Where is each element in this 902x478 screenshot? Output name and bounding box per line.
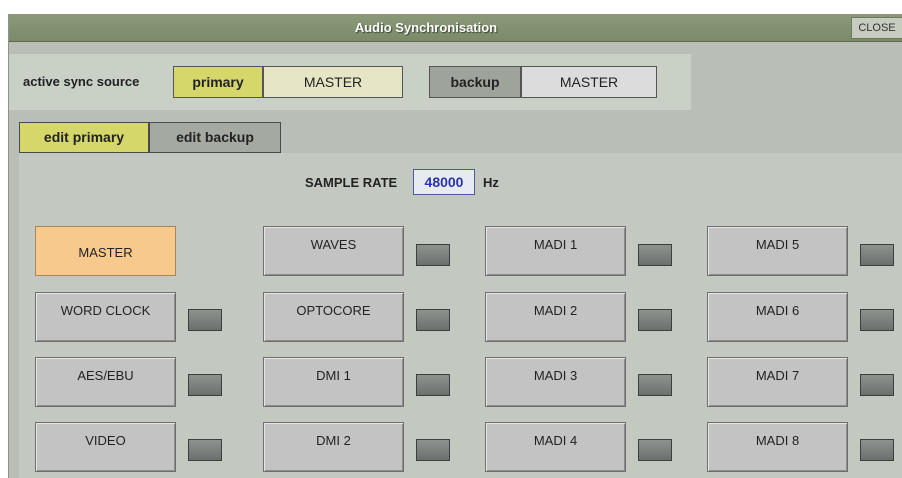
source-status-led: [860, 439, 894, 461]
tab-edit-backup[interactable]: edit backup: [149, 122, 281, 153]
active-sync-source-label: active sync source: [23, 74, 140, 89]
sample-rate-label: SAMPLE RATE: [305, 175, 398, 190]
source-button[interactable]: AES/EBU: [35, 357, 176, 407]
source-selection-panel: SAMPLE RATE 48000 Hz MASTER WAVES MADI 1 MA…: [19, 153, 902, 478]
source-status-led: [416, 439, 450, 461]
source-button[interactable]: MADI 4: [485, 422, 626, 472]
close-button[interactable]: CLOSE: [851, 17, 902, 39]
source-status-led: [416, 244, 450, 266]
primary-source-value: MASTER: [263, 66, 403, 98]
source-button[interactable]: DMI 1: [263, 357, 404, 407]
primary-tag: primary: [173, 66, 263, 98]
window-title: Audio Synchronisation: [354, 20, 498, 35]
source-status-led: [416, 374, 450, 396]
source-button[interactable]: MADI 6: [707, 292, 848, 342]
sample-rate-unit: Hz: [483, 175, 499, 190]
source-button[interactable]: MADI 3: [485, 357, 626, 407]
audio-sync-window: Audio Synchronisation CLOSE active sync …: [8, 14, 902, 478]
source-status-led: [860, 244, 894, 266]
sample-rate-value: 48000: [413, 169, 475, 195]
active-sync-source-panel: active sync source primary MASTER backup…: [9, 54, 691, 110]
source-button[interactable]: MADI 7: [707, 357, 848, 407]
source-status-led: [638, 374, 672, 396]
source-button[interactable]: MADI 8: [707, 422, 848, 472]
source-button[interactable]: WAVES: [263, 226, 404, 276]
source-button[interactable]: MADI 2: [485, 292, 626, 342]
source-status-led: [188, 309, 222, 331]
source-status-led: [860, 309, 894, 331]
source-status-led: [188, 374, 222, 396]
source-button[interactable]: OPTOCORE: [263, 292, 404, 342]
source-status-led: [638, 439, 672, 461]
source-status-led: [416, 309, 450, 331]
source-status-led: [188, 439, 222, 461]
source-status-led: [638, 244, 672, 266]
source-button[interactable]: MASTER: [35, 226, 176, 276]
source-status-led: [638, 309, 672, 331]
title-bar: Audio Synchronisation CLOSE: [9, 14, 902, 42]
source-button[interactable]: MADI 1: [485, 226, 626, 276]
source-status-led: [860, 374, 894, 396]
tab-edit-primary[interactable]: edit primary: [19, 122, 149, 153]
source-button[interactable]: VIDEO: [35, 422, 176, 472]
source-button[interactable]: MADI 5: [707, 226, 848, 276]
backup-tag: backup: [429, 66, 521, 98]
source-button[interactable]: DMI 2: [263, 422, 404, 472]
source-button[interactable]: WORD CLOCK: [35, 292, 176, 342]
backup-source-value: MASTER: [521, 66, 657, 98]
